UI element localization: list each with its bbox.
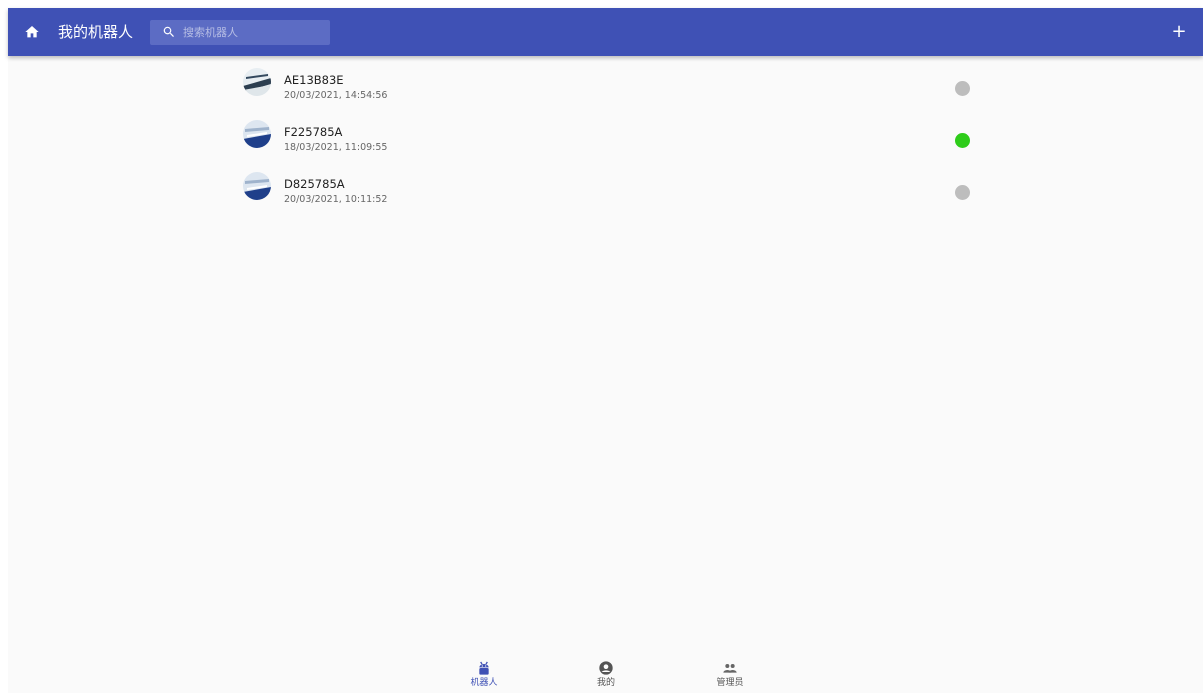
status-indicator: [955, 133, 970, 148]
robot-name: F225785A: [284, 125, 343, 139]
nav-me[interactable]: 我的: [571, 656, 641, 693]
robot-avatar: [243, 120, 271, 148]
robot-avatar: [243, 68, 271, 96]
robot-icon: [479, 661, 489, 675]
status-indicator: [955, 185, 970, 200]
group-icon: [723, 664, 737, 673]
home-icon: [25, 26, 39, 38]
nav-label: 管理员: [716, 678, 744, 688]
robot-timestamp: 20/03/2021, 14:54:56: [284, 90, 388, 101]
add-robot-button[interactable]: +: [1169, 22, 1189, 42]
account-circle-icon: [599, 661, 613, 675]
nav-admin[interactable]: 管理员: [695, 656, 765, 693]
bottom-navigation: 机器人 我的 管理员: [8, 656, 1203, 693]
app-bar: 我的机器人 +: [8, 8, 1203, 56]
robot-list-item[interactable]: D825785A 20/03/2021, 10:11:52: [236, 160, 976, 212]
robot-avatar: [243, 172, 271, 200]
app-frame: 我的机器人 + AE13B83E 20/03/2021, 14:54:56 F2…: [8, 8, 1203, 693]
robot-timestamp: 20/03/2021, 10:11:52: [284, 194, 388, 205]
nav-robots[interactable]: 机器人: [449, 656, 519, 693]
plus-icon: +: [1171, 21, 1187, 42]
search-icon: [163, 26, 174, 37]
status-indicator: [955, 81, 970, 96]
robot-name: D825785A: [284, 177, 345, 191]
search-box[interactable]: [150, 20, 330, 45]
nav-label: 我的: [596, 678, 615, 688]
robot-list-item[interactable]: F225785A 18/03/2021, 11:09:55: [236, 108, 976, 160]
robot-timestamp: 18/03/2021, 11:09:55: [284, 142, 388, 153]
robot-list-item[interactable]: AE13B83E 20/03/2021, 14:54:56: [236, 56, 976, 108]
home-button[interactable]: [20, 20, 44, 44]
nav-label: 机器人: [470, 678, 498, 688]
search-input[interactable]: [183, 23, 323, 42]
page-title: 我的机器人: [58, 23, 134, 41]
robot-name: AE13B83E: [284, 73, 344, 87]
